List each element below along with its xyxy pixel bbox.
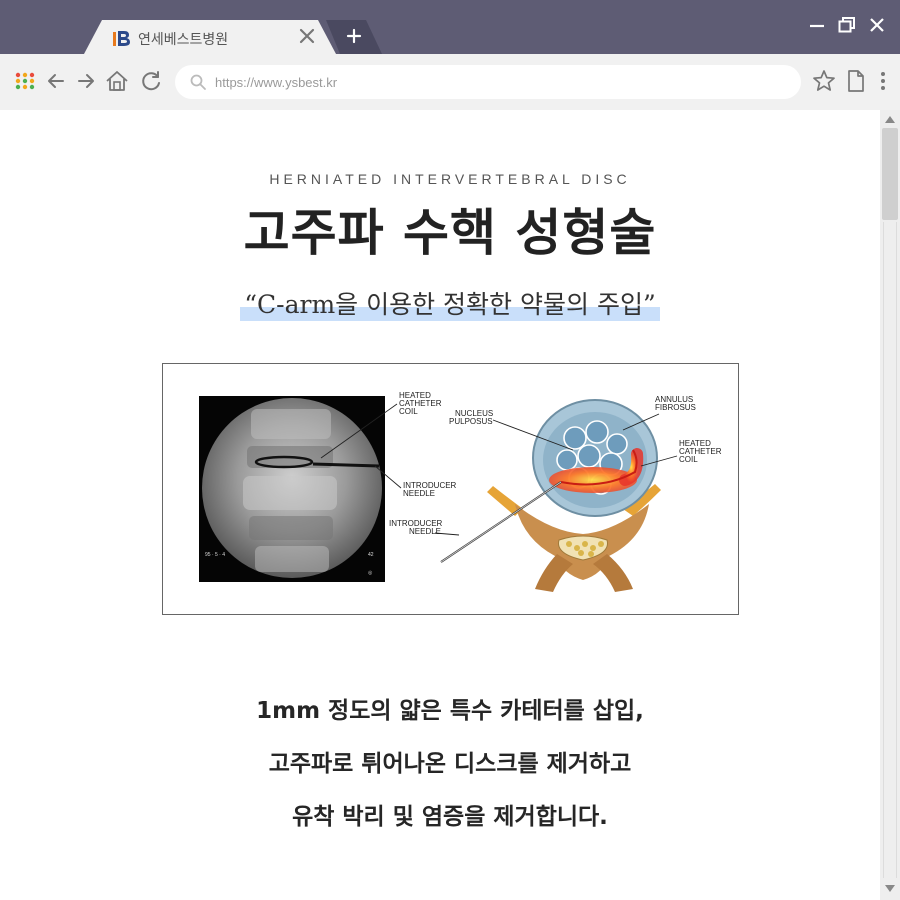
label-introducer-needle-bottom: INTRODUCER NEEDLE [389,519,460,536]
svg-text:FIBROSUS: FIBROSUS [655,403,696,412]
browser-titlebar: 연세베스트병원 [0,0,900,54]
back-icon[interactable] [43,68,69,94]
more-icon[interactable] [870,68,896,94]
svg-text:PULPOSUS: PULPOSUS [449,417,493,426]
apps-icon[interactable] [12,68,38,94]
vertical-scrollbar[interactable] [880,110,900,900]
svg-text:◎: ◎ [368,570,373,576]
scroll-thumb[interactable] [882,128,898,220]
procedure-illustration: 95 · 5 · 4 42 ◎ HEATED CATHETER COIL INT… [162,363,739,615]
browser-tab[interactable]: 연세베스트병원 [84,20,336,54]
description-line: 1mm 정도의 얇은 특수 카테터를 삽입, [256,698,644,724]
label-introducer-needle-left: INTRODUCER NEEDLE [374,465,457,498]
logo-icon [113,31,130,46]
svg-text:42: 42 [368,552,374,558]
disc-illustration [440,399,661,592]
home-icon[interactable] [104,68,130,94]
quote-text: “C-arm을 이용한 정확한 약물의 주입” [244,290,656,319]
address-bar[interactable] [175,65,801,99]
xray-image: 95 · 5 · 4 42 ◎ [199,396,385,582]
minimize-icon[interactable] [806,14,828,36]
scroll-up-icon[interactable] [884,114,896,124]
procedure-diagram: 95 · 5 · 4 42 ◎ HEATED CATHETER COIL INT… [199,391,722,592]
svg-text:COIL: COIL [399,407,418,416]
page-title: 고주파 수핵 성형술 [243,204,657,262]
svg-text:NEEDLE: NEEDLE [409,527,441,536]
page-icon[interactable] [843,68,869,94]
svg-text:NEEDLE: NEEDLE [403,489,435,498]
search-icon [190,74,206,90]
reload-icon[interactable] [138,68,164,94]
description-line: 고주파로 튀어나온 디스크를 제거하고 [268,751,632,777]
plus-icon [346,28,362,44]
forward-icon[interactable] [73,68,99,94]
svg-text:COIL: COIL [679,455,698,464]
star-icon[interactable] [811,68,837,94]
description-text: 1mm 정도의 얇은 특수 카테터를 삽입, 고주파로 튀어나온 디스크를 제거… [0,685,880,844]
quote-wrapper: “C-arm을 이용한 정확한 약물의 주입” [0,285,880,321]
description-line: 유착 박리 및 염증을 제거합니다. [292,804,608,830]
window-close-icon[interactable] [866,14,888,36]
browser-toolbar [0,54,900,110]
close-icon[interactable] [298,27,316,45]
svg-text:95 · 5 · 4: 95 · 5 · 4 [205,552,225,558]
page-viewport: HERNIATED INTERVERTEBRAL DISC 고주파 수핵 성형술… [0,110,880,900]
page-subtitle: HERNIATED INTERVERTEBRAL DISC [269,171,631,187]
scroll-down-icon[interactable] [884,884,896,894]
scroll-track [883,222,897,878]
restore-icon[interactable] [836,14,858,36]
tab-title: 연세베스트병원 [138,32,229,48]
url-input[interactable] [215,70,775,94]
quote: “C-arm을 이용한 정확한 약물의 주입” [240,285,660,321]
new-tab-button[interactable] [326,20,382,54]
